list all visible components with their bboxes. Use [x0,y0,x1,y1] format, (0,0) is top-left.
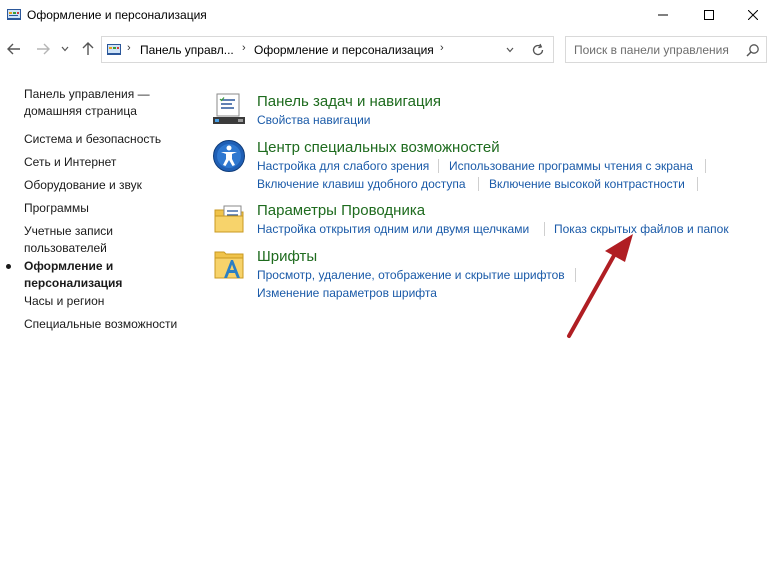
active-bullet [6,264,11,269]
sidebar-item-programs[interactable]: Программы [24,200,194,217]
sidebar-item-system-security[interactable]: Система и безопасность [24,131,194,148]
link-manage-fonts[interactable]: Просмотр, удаление, отображение и скрыти… [257,268,565,282]
accessibility-icon[interactable] [212,139,246,173]
sidebar-item-clock-region[interactable]: Часы и регион [24,293,194,310]
close-button[interactable] [730,0,776,30]
link-font-settings[interactable]: Изменение параметров шрифта [257,286,437,300]
minimize-button[interactable] [640,0,686,30]
arrow-left-icon [7,43,20,55]
folder-options-icon[interactable] [212,202,246,236]
control-panel-icon [7,9,21,20]
link-show-hidden-files[interactable]: Показ скрытых файлов и папок [554,222,729,236]
maximize-icon [704,10,714,20]
sidebar-item-home[interactable]: Панель управления — домашняя страница [24,86,194,120]
link-low-vision[interactable]: Настройка для слабого зрения [257,159,429,173]
link-separator [697,177,698,191]
category-title-fonts[interactable]: Шрифты [257,248,317,265]
chevron-down-icon [506,47,514,52]
sidebar-item-hardware-sound[interactable]: Оборудование и звук [24,177,194,194]
link-navigation-properties[interactable]: Свойства навигации [257,113,370,127]
maximize-button[interactable] [686,0,732,30]
link-sticky-keys[interactable]: Включение клавиш удобного доступа [257,177,466,191]
chevron-right-icon: › [127,42,131,54]
chevron-down-icon [61,46,69,52]
search-box[interactable] [565,36,767,63]
arrow-up-icon [82,42,94,55]
forward-button[interactable] [33,38,53,60]
sidebar-item-network[interactable]: Сеть и Интернет [24,154,194,171]
arrow-right-icon [37,43,50,55]
chevron-right-icon[interactable]: › [242,42,246,54]
link-separator [544,222,545,236]
category-title-explorer-options[interactable]: Параметры Проводника [257,202,425,219]
fonts-folder-icon[interactable] [212,248,246,282]
address-bar[interactable]: › Панель управл... › Оформление и персон… [101,36,554,63]
link-separator [478,177,479,191]
sidebar-item-user-accounts[interactable]: Учетные записи пользователей [24,223,194,257]
address-dropdown-button[interactable] [500,39,520,60]
chevron-right-icon[interactable]: › [440,42,444,54]
link-separator [705,159,706,173]
up-button[interactable] [78,38,98,60]
breadcrumb-appearance[interactable]: Оформление и персонализация [254,43,434,57]
refresh-button[interactable] [523,36,554,63]
link-separator [438,159,439,173]
category-title-ease-of-access[interactable]: Центр специальных возможностей [257,139,500,156]
link-high-contrast[interactable]: Включение высокой контрастности [489,177,685,191]
search-icon[interactable] [746,43,760,57]
title-bar: Оформление и персонализация [0,0,776,30]
refresh-icon [532,43,544,55]
link-separator [575,268,576,282]
control-panel-icon [107,44,121,55]
link-single-double-click[interactable]: Настройка открытия одним или двумя щелчк… [257,222,529,236]
breadcrumb-control-panel[interactable]: Панель управл... [140,43,234,57]
taskbar-icon[interactable] [212,92,246,126]
recent-locations-button[interactable] [58,38,72,60]
minimize-icon [658,14,668,16]
close-icon [748,10,758,20]
sidebar-item-ease-of-access[interactable]: Специальные возможности [24,316,194,333]
window-title: Оформление и персонализация [27,8,207,22]
category-title-taskbar[interactable]: Панель задач и навигация [257,93,441,110]
search-input[interactable] [566,37,741,62]
link-screen-reader[interactable]: Использование программы чтения с экрана [449,159,693,173]
sidebar-item-appearance[interactable]: Оформление и персонализация [6,258,194,292]
back-button[interactable] [4,38,24,60]
